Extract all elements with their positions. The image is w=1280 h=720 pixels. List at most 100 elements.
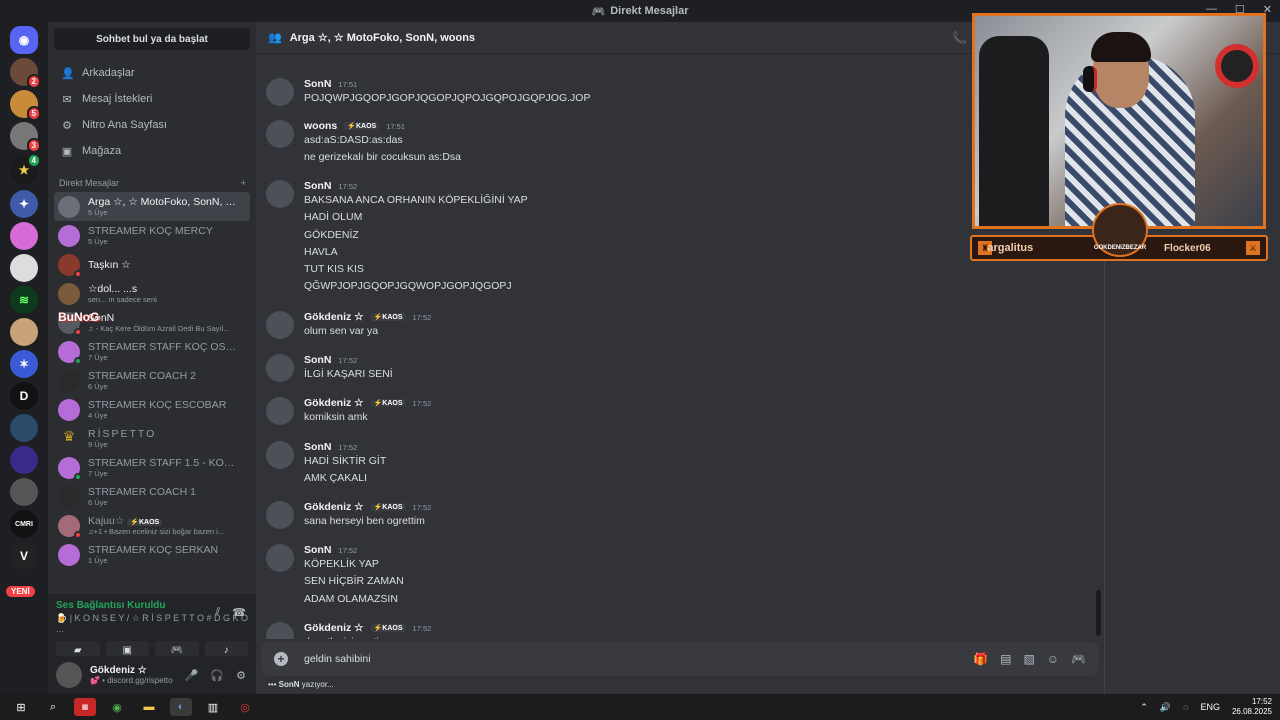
server-icon[interactable] xyxy=(10,222,38,250)
avatar[interactable] xyxy=(56,662,82,688)
dm-item[interactable]: Arga ☆, ☆ MotoFoko, SonN, w... 5 Üye xyxy=(54,192,250,221)
server-icon[interactable]: 5 xyxy=(10,90,41,121)
sticker-icon[interactable]: ▧ xyxy=(1023,652,1034,666)
chevron-up-icon[interactable]: ⌃ xyxy=(1140,702,1148,713)
server-icon[interactable]: ✶ xyxy=(10,350,38,378)
dm-item[interactable]: STREAMER COACH 26 Üye xyxy=(54,366,250,395)
chrome-icon[interactable]: ◉ xyxy=(106,698,128,716)
disconnect-icon[interactable]: ☎ xyxy=(232,606,246,619)
message-author[interactable]: Gökdeniz ☆ xyxy=(304,311,364,323)
network-icon[interactable]: ◌ xyxy=(1183,702,1188,712)
message-text: TUT KIS KIS xyxy=(304,263,364,276)
dm-item[interactable]: Kajuu☆ ⚡KAOS ♫+1 • Bazen eceliniz sizi boğ… xyxy=(54,511,250,540)
server-icon[interactable] xyxy=(10,254,38,282)
avatar xyxy=(58,282,80,305)
attach-button[interactable]: + xyxy=(274,652,288,666)
clan-tag: ⚡KAOS xyxy=(370,503,406,511)
add-dm-button[interactable]: + xyxy=(241,178,246,188)
scrollbar[interactable] xyxy=(1096,590,1101,636)
server-icon[interactable]: ≋ xyxy=(10,286,38,314)
app-icon[interactable]: ▦ xyxy=(74,698,96,716)
keyboard-language[interactable]: ENG xyxy=(1200,702,1220,712)
server-icon[interactable]: 2 xyxy=(10,58,41,89)
message: SonN 17:51 POJQWPJGQOPJGOPJQGOPJQPOJGQPOJG… xyxy=(266,78,590,107)
noise-suppression-icon[interactable]: ⫽ xyxy=(215,606,220,619)
status-dnd xyxy=(74,530,82,539)
avatar[interactable] xyxy=(266,78,294,106)
server-icon[interactable]: CMRI xyxy=(10,510,38,538)
avatar xyxy=(58,543,80,566)
message-text: denetleyici yaptim xyxy=(304,634,431,639)
message-author[interactable]: Gökdeniz ☆ xyxy=(304,397,364,409)
dm-item[interactable]: Taşkın ☆ xyxy=(54,250,250,279)
avatar[interactable] xyxy=(266,397,294,425)
nav-nitro[interactable]: ⚙ Nitro Ana Sayfası xyxy=(54,112,250,138)
system-tray: ⌃ 🔊 ◌ ENG 17:52 26.08.2025 xyxy=(1140,697,1272,717)
microphone-icon[interactable]: 🎤 xyxy=(185,669,199,682)
left-name: argalitus xyxy=(987,242,1034,254)
dm-item[interactable]: STREAMER KOÇ MERCY 5 Üye xyxy=(54,221,250,250)
nav-message-requests[interactable]: ✉ Mesaj İstekleri xyxy=(54,86,250,112)
avatar[interactable] xyxy=(266,354,294,382)
dm-item[interactable]: STREAMER STAFF KOÇ OSMAN 7 Üye xyxy=(54,337,250,366)
discord-taskbar-icon[interactable]: ◐ xyxy=(170,698,192,716)
avatar[interactable] xyxy=(266,501,294,529)
message: Gökdeniz ☆ ⚡KAOS 17:52denetleyici yaptim xyxy=(266,622,431,639)
dm-item[interactable]: STREAMER COACH 16 Üye xyxy=(54,482,250,511)
avatar[interactable] xyxy=(266,120,294,148)
dm-item[interactable]: ♛ RİSPETTO 9 Üye xyxy=(54,424,250,453)
avatar xyxy=(58,485,80,508)
nav-friends[interactable]: 👤 Arkadaşlar xyxy=(54,60,250,86)
discord-icon: 🎮 xyxy=(591,5,606,18)
avatar[interactable] xyxy=(266,622,294,639)
message-input[interactable] xyxy=(304,653,904,665)
clock[interactable]: 17:52 26.08.2025 xyxy=(1232,697,1272,717)
call-icon[interactable]: 📞 xyxy=(952,31,967,45)
message-author[interactable]: SonN xyxy=(304,544,331,556)
message: Gökdeniz ☆ ⚡KAOS 17:52 sana herseyi ben ogr… xyxy=(266,501,431,530)
message: SonN 17:52 HADİ SİKTİR GİT AMK ÇAKALI xyxy=(266,441,386,488)
emoji-icon[interactable]: ☺ xyxy=(1047,652,1059,666)
message-text: HADİ SİKTİR GİT xyxy=(304,455,387,467)
server-icon[interactable]: ✦ xyxy=(10,190,38,218)
volume-icon[interactable]: 🔊 xyxy=(1160,702,1171,713)
message: SonN 17:52 İLGİ KAŞARI SENİ xyxy=(266,354,393,383)
headphones-icon[interactable]: 🎧 xyxy=(210,669,224,682)
server-icon[interactable]: V xyxy=(10,542,38,570)
app-icon[interactable]: ◎ xyxy=(234,698,256,716)
search-icon[interactable]: ⌕ xyxy=(42,698,64,716)
dm-item[interactable]: STREAMER STAFF 1.5 - KOÇ M... 7 Üye xyxy=(54,453,250,482)
server-icon[interactable] xyxy=(10,318,38,346)
settings-icon[interactable]: ⚙ xyxy=(236,669,246,682)
server-icon[interactable]: D xyxy=(10,382,38,410)
message-author[interactable]: Gökdeniz ☆ xyxy=(304,501,364,513)
start-icon[interactable]: ⊞ xyxy=(10,698,32,716)
app-icon[interactable]: ▥ xyxy=(202,698,224,716)
server-icon[interactable] xyxy=(10,414,38,442)
dm-item[interactable]: STREAMER KOÇ SERKAN 1 Üye xyxy=(54,540,250,569)
gif-icon[interactable]: ▤ xyxy=(1000,652,1011,666)
apps-icon[interactable]: 🎮 xyxy=(1071,652,1086,666)
avatar[interactable] xyxy=(266,544,294,572)
home-button[interactable]: ◉ xyxy=(10,26,38,54)
folder-icon[interactable]: ▬ xyxy=(138,698,160,716)
server-icon[interactable]: ★ 4 xyxy=(10,153,41,184)
server-icon[interactable] xyxy=(10,446,38,474)
search-conversation-button[interactable]: Sohbet bul ya da başlat xyxy=(54,28,250,50)
dm-item[interactable]: STREAMER KOÇ ESCOBAR 4 Üye xyxy=(54,395,250,424)
nav-shop[interactable]: ▣ Mağaza xyxy=(54,138,250,164)
server-icon[interactable]: 3 xyxy=(10,122,41,153)
avatar[interactable] xyxy=(266,180,294,208)
server-icon[interactable] xyxy=(10,478,38,506)
message-text: komiksin amk xyxy=(304,411,368,423)
avatar[interactable] xyxy=(266,441,294,469)
message-author[interactable]: SonN xyxy=(304,180,331,192)
gift-icon[interactable]: 🎁 xyxy=(973,652,988,666)
avatar[interactable] xyxy=(266,311,294,339)
message-author[interactable]: SonN xyxy=(304,441,331,453)
dm-item[interactable]: ☆dol... ...s sen... m sadece seni xyxy=(54,279,250,308)
message-author[interactable]: SonN xyxy=(304,78,331,90)
message-author[interactable]: woons xyxy=(304,120,337,132)
message-author[interactable]: Gökdeniz ☆ xyxy=(304,622,364,634)
message-author[interactable]: SonN xyxy=(304,354,331,366)
